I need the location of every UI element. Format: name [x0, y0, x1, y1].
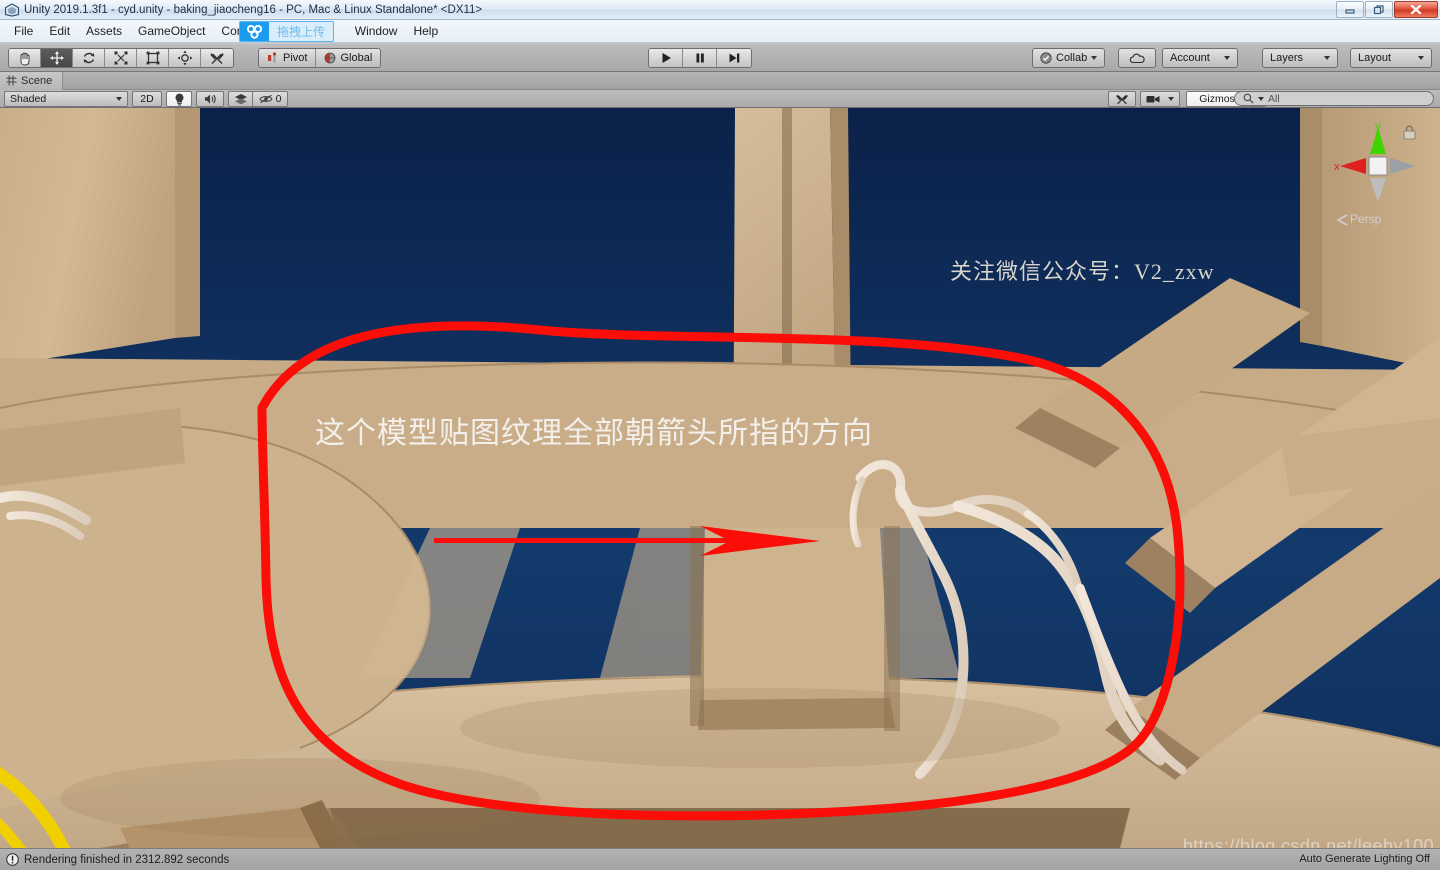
scene-camera-dropdown[interactable] [1140, 91, 1180, 107]
menu-item-gameobject[interactable]: GameObject [130, 22, 213, 40]
gizmo-projection-label: Persp [1350, 212, 1382, 226]
custom-editor-tool-button[interactable] [201, 49, 233, 67]
global-label: Global [340, 52, 373, 64]
2d-toggle[interactable]: 2D [132, 91, 162, 107]
2d-label: 2D [140, 93, 154, 105]
gizmos-label: Gizmos [1199, 93, 1235, 105]
window-title: Unity 2019.1.3f1 - cyd.unity - baking_ji… [24, 3, 483, 16]
light-bulb-icon [175, 93, 183, 105]
scene-viewport[interactable]: 关注微信公众号：V2_zxw 这个模型贴图纹理全部朝箭头所指的方向 y x Pe… [0, 108, 1440, 848]
menu-item-window[interactable]: Window [347, 22, 406, 40]
lock-icon [1403, 125, 1416, 140]
scene-search-placeholder: All [1268, 92, 1280, 105]
pause-button[interactable] [683, 49, 717, 67]
layout-label: Layout [1358, 52, 1392, 64]
restore-button[interactable] [1365, 1, 1393, 18]
fx-icon [235, 94, 247, 105]
eye-off-icon [258, 94, 273, 104]
drag-upload-widget[interactable]: 拖拽上传 [239, 21, 335, 42]
speaker-icon [204, 94, 216, 104]
step-icon [729, 53, 740, 63]
account-dropdown[interactable]: Account [1162, 48, 1238, 68]
upload-label: 拖拽上传 [269, 22, 334, 41]
close-button[interactable] [1394, 1, 1438, 18]
play-icon [662, 53, 671, 63]
scene-search-field[interactable]: All [1234, 91, 1434, 106]
unity-icon [4, 2, 20, 17]
collab-check-icon [1040, 52, 1052, 64]
minimize-button[interactable] [1336, 1, 1364, 18]
status-message: Rendering finished in 2312.892 seconds [24, 853, 230, 866]
cloud-icon [1129, 53, 1145, 64]
rotate-tool-button[interactable] [73, 49, 105, 67]
chevron-down-icon [1418, 56, 1424, 60]
draw-mode-label: Shaded [10, 93, 47, 105]
chevron-down-icon [116, 97, 122, 101]
menu-item-file[interactable]: File [6, 22, 41, 40]
scene-view-toolbar: Shaded 2D 0 Gizmos All [0, 90, 1440, 108]
move-tool-button[interactable] [41, 49, 73, 67]
rect-transform-tool-button[interactable] [137, 49, 169, 67]
grid-icon [6, 75, 17, 86]
draw-mode-dropdown[interactable]: Shaded [4, 91, 128, 107]
window-controls [1336, 1, 1438, 18]
pivot-toggle[interactable]: Pivot [259, 49, 317, 67]
status-bar: Rendering finished in 2312.892 seconds A… [0, 848, 1440, 870]
pause-icon [696, 53, 704, 63]
search-filter-caret-icon [1258, 96, 1264, 101]
menu-item-edit[interactable]: Edit [41, 22, 78, 40]
menu-bar: File Edit Assets GameObject Com Window H… [0, 20, 1440, 43]
hidden-objects-indicator[interactable]: 0 [252, 91, 288, 107]
hand-tool-button[interactable] [9, 49, 41, 67]
menu-item-help[interactable]: Help [405, 22, 446, 40]
gizmo-axis-x [1340, 158, 1366, 174]
layers-dropdown[interactable]: Layers [1262, 48, 1338, 68]
pivot-label: Pivot [283, 52, 308, 64]
gizmo-axis-z [1390, 158, 1416, 174]
main-toolbar: Pivot Global Collab Account Layers Layou… [0, 44, 1440, 72]
hidden-objects-count: 0 [275, 93, 282, 105]
search-icon [1243, 93, 1254, 104]
transform-tools-group [8, 48, 234, 68]
unity-editor-window: Unity 2019.1.3f1 - cyd.unity - baking_ji… [0, 0, 1440, 870]
panel-tab-bar: Scene [0, 71, 1440, 90]
global-toggle[interactable]: Global [316, 49, 381, 67]
tab-scene[interactable]: Scene [0, 71, 64, 90]
svg-text:y: y [1375, 120, 1381, 133]
layout-dropdown[interactable]: Layout [1350, 48, 1432, 68]
info-icon [6, 853, 19, 866]
gizmo-axis-neg-y [1370, 178, 1386, 202]
chevron-down-icon [1168, 97, 1174, 101]
collab-button[interactable]: Collab [1032, 48, 1106, 68]
svg-text:x: x [1334, 161, 1340, 173]
scene-lighting-toggle[interactable] [166, 91, 192, 107]
playback-controls [648, 48, 752, 68]
scene-tools-button[interactable] [1108, 91, 1136, 107]
step-button[interactable] [717, 49, 751, 67]
tab-scene-label: Scene [21, 74, 53, 87]
pivot-global-group: Pivot Global [258, 48, 382, 68]
gizmo-projection-toggle-icon [1336, 214, 1348, 226]
scene-render [0, 108, 1440, 848]
collab-label: Collab [1056, 52, 1088, 64]
chevron-down-icon [1324, 56, 1330, 60]
scene-audio-toggle[interactable] [196, 91, 224, 107]
scene-orientation-gizmo[interactable]: y x Persp [1330, 119, 1426, 230]
play-button[interactable] [649, 49, 683, 67]
services-cloud-button[interactable] [1118, 48, 1156, 68]
menu-item-assets[interactable]: Assets [78, 22, 130, 40]
pivot-icon [268, 52, 277, 63]
camera-icon [1146, 96, 1160, 103]
title-bar: Unity 2019.1.3f1 - cyd.unity - baking_ji… [0, 0, 1440, 20]
chevron-down-icon [1091, 56, 1098, 60]
account-label: Account [1170, 52, 1210, 64]
globe-icon [325, 52, 336, 64]
transform-tool-button[interactable] [169, 49, 201, 67]
scale-tool-button[interactable] [105, 49, 137, 67]
wrench-icon [1116, 94, 1128, 105]
cloud-link-icon [240, 22, 269, 41]
layers-label: Layers [1270, 52, 1304, 64]
chevron-down-icon [1224, 56, 1230, 60]
lighting-status-label: Auto Generate Lighting Off [1299, 853, 1430, 865]
